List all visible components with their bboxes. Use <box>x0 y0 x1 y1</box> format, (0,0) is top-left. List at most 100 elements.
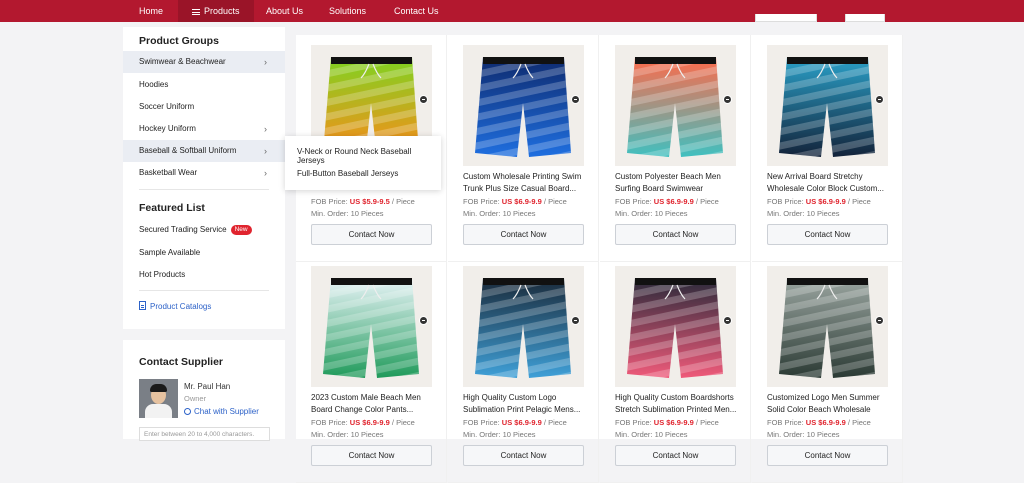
contact-now-button[interactable]: Contact Now <box>311 224 432 245</box>
group-hockey-uniform[interactable]: Hockey Uniform › <box>123 118 285 140</box>
featured-label: Hot Products <box>139 270 186 279</box>
nav-products[interactable]: Products <box>178 0 254 22</box>
price-value: US $6.9-9.9 <box>653 197 694 206</box>
contact-supplier-title: Contact Supplier <box>139 356 224 368</box>
product-image[interactable] <box>615 266 736 387</box>
contact-now-button[interactable]: Contact Now <box>767 445 888 466</box>
supplier-role: Owner <box>184 394 207 403</box>
product-image[interactable] <box>767 45 888 166</box>
nav-solutions[interactable]: Solutions <box>329 0 366 22</box>
fob-price: FOB Price: US $6.9-9.9 / Piece <box>463 197 567 206</box>
zoom-icon[interactable] <box>571 95 580 104</box>
group-hoodies[interactable]: Hoodies <box>123 74 285 96</box>
zoom-icon[interactable] <box>571 316 580 325</box>
catalog-label: Product Catalogs <box>150 302 212 311</box>
group-soccer-uniform[interactable]: Soccer Uniform <box>123 96 285 118</box>
product-title[interactable]: Customized Logo Men Summer Solid Color B… <box>767 392 891 416</box>
group-basketball-wear[interactable]: Basketball Wear › <box>123 162 285 184</box>
group-label: Hockey Uniform <box>139 124 196 133</box>
menu-icon <box>192 9 200 15</box>
chevron-right-icon: › <box>264 57 267 67</box>
fob-label: FOB Price: <box>615 418 652 427</box>
featured-secured-trading[interactable]: Secured Trading Service New <box>123 219 285 241</box>
group-label: Swimwear & Beachwear <box>139 57 226 66</box>
product-image[interactable] <box>615 45 736 166</box>
group-label: Hoodies <box>139 80 169 89</box>
divider <box>139 290 269 291</box>
fob-price: FOB Price: US $5.9-9.5 / Piece <box>311 197 415 206</box>
featured-sample-available[interactable]: Sample Available <box>123 242 285 264</box>
group-baseball-softball-uniform[interactable]: Baseball & Softball Uniform › <box>123 140 285 162</box>
product-card[interactable]: New Arrival Board Stretchy Wholesale Col… <box>752 35 903 262</box>
price-unit: / Piece <box>847 418 871 427</box>
price-unit: / Piece <box>391 197 415 206</box>
group-swimwear-beachwear[interactable]: Swimwear & Beachwear › <box>123 51 285 73</box>
zoom-icon[interactable] <box>723 316 732 325</box>
zoom-icon[interactable] <box>875 316 884 325</box>
fob-label: FOB Price: <box>463 197 500 206</box>
nav-about-us[interactable]: About Us <box>266 0 303 22</box>
min-order: Min. Order: 10 Pieces <box>311 209 384 218</box>
price-value: US $6.9-9.9 <box>805 197 846 206</box>
contact-now-button[interactable]: Contact Now <box>767 224 888 245</box>
min-order: Min. Order: 10 Pieces <box>463 430 536 439</box>
product-image[interactable] <box>767 266 888 387</box>
zoom-icon[interactable] <box>875 95 884 104</box>
chat-label: Chat with Supplier <box>194 407 259 416</box>
price-unit: / Piece <box>847 197 871 206</box>
fob-label: FOB Price: <box>463 418 500 427</box>
product-card[interactable]: High Quality Custom Logo Sublimation Pri… <box>448 256 599 483</box>
group-label: Soccer Uniform <box>139 102 195 111</box>
product-title[interactable]: High Quality Custom Logo Sublimation Pri… <box>463 392 587 416</box>
product-title[interactable]: Custom Wholesale Printing Swim Trunk Plu… <box>463 171 587 195</box>
product-grid: FOB Price: US $5.9-9.5 / Piece Min. Order… <box>296 35 903 483</box>
price-value: US $6.9-9.9 <box>501 197 542 206</box>
view-toggle[interactable] <box>845 14 885 22</box>
contact-now-button[interactable]: Contact Now <box>615 224 736 245</box>
nav-products-label: Products <box>204 6 240 16</box>
contact-now-button[interactable]: Contact Now <box>311 445 432 466</box>
price-value: US $6.9-9.9 <box>501 418 542 427</box>
fob-price: FOB Price: US $6.9-9.9 / Piece <box>615 197 719 206</box>
sort-control[interactable] <box>755 14 817 22</box>
nav-contact-us[interactable]: Contact Us <box>394 0 439 22</box>
product-title[interactable]: New Arrival Board Stretchy Wholesale Col… <box>767 171 891 195</box>
product-card[interactable]: 2023 Custom Male Beach Men Board Change … <box>296 256 447 483</box>
price-value: US $5.9-9.5 <box>349 197 390 206</box>
zoom-icon[interactable] <box>419 95 428 104</box>
contact-now-button[interactable]: Contact Now <box>615 445 736 466</box>
price-value: US $6.9-9.9 <box>349 418 390 427</box>
product-groups-title: Product Groups <box>139 35 219 47</box>
price-value: US $6.9-9.9 <box>805 418 846 427</box>
product-card[interactable]: Customized Logo Men Summer Solid Color B… <box>752 256 903 483</box>
product-title[interactable]: 2023 Custom Male Beach Men Board Change … <box>311 392 435 416</box>
fob-label: FOB Price: <box>311 418 348 427</box>
fob-price: FOB Price: US $6.9-9.9 / Piece <box>767 197 871 206</box>
product-card[interactable]: High Quality Custom Boardshorts Stretch … <box>600 256 751 483</box>
chat-icon <box>184 408 191 415</box>
submenu-full-button-jerseys[interactable]: Full-Button Baseball Jerseys <box>297 169 398 178</box>
price-unit: / Piece <box>695 418 719 427</box>
nav-home[interactable]: Home <box>139 0 163 22</box>
product-title[interactable]: High Quality Custom Boardshorts Stretch … <box>615 392 739 416</box>
product-image[interactable] <box>463 45 584 166</box>
product-catalogs-link[interactable]: Product Catalogs <box>139 301 211 311</box>
divider <box>139 189 269 190</box>
zoom-icon[interactable] <box>723 95 732 104</box>
product-card[interactable]: Custom Polyester Beach Men Surfing Board… <box>600 35 751 262</box>
price-unit: / Piece <box>391 418 415 427</box>
submenu-vneck-jerseys[interactable]: V-Neck or Round Neck Baseball Jerseys <box>297 147 441 165</box>
contact-now-button[interactable]: Contact Now <box>463 445 584 466</box>
featured-hot-products[interactable]: Hot Products <box>123 264 285 286</box>
chevron-right-icon: › <box>264 146 267 156</box>
chat-with-supplier-link[interactable]: Chat with Supplier <box>184 407 259 416</box>
zoom-icon[interactable] <box>419 316 428 325</box>
featured-list-title: Featured List <box>139 202 205 214</box>
product-image[interactable] <box>311 266 432 387</box>
contact-now-button[interactable]: Contact Now <box>463 224 584 245</box>
product-image[interactable] <box>463 266 584 387</box>
product-title[interactable]: Custom Polyester Beach Men Surfing Board… <box>615 171 739 195</box>
price-value: US $6.9-9.9 <box>653 418 694 427</box>
product-card[interactable]: Custom Wholesale Printing Swim Trunk Plu… <box>448 35 599 262</box>
featured-label: Sample Available <box>139 248 201 257</box>
